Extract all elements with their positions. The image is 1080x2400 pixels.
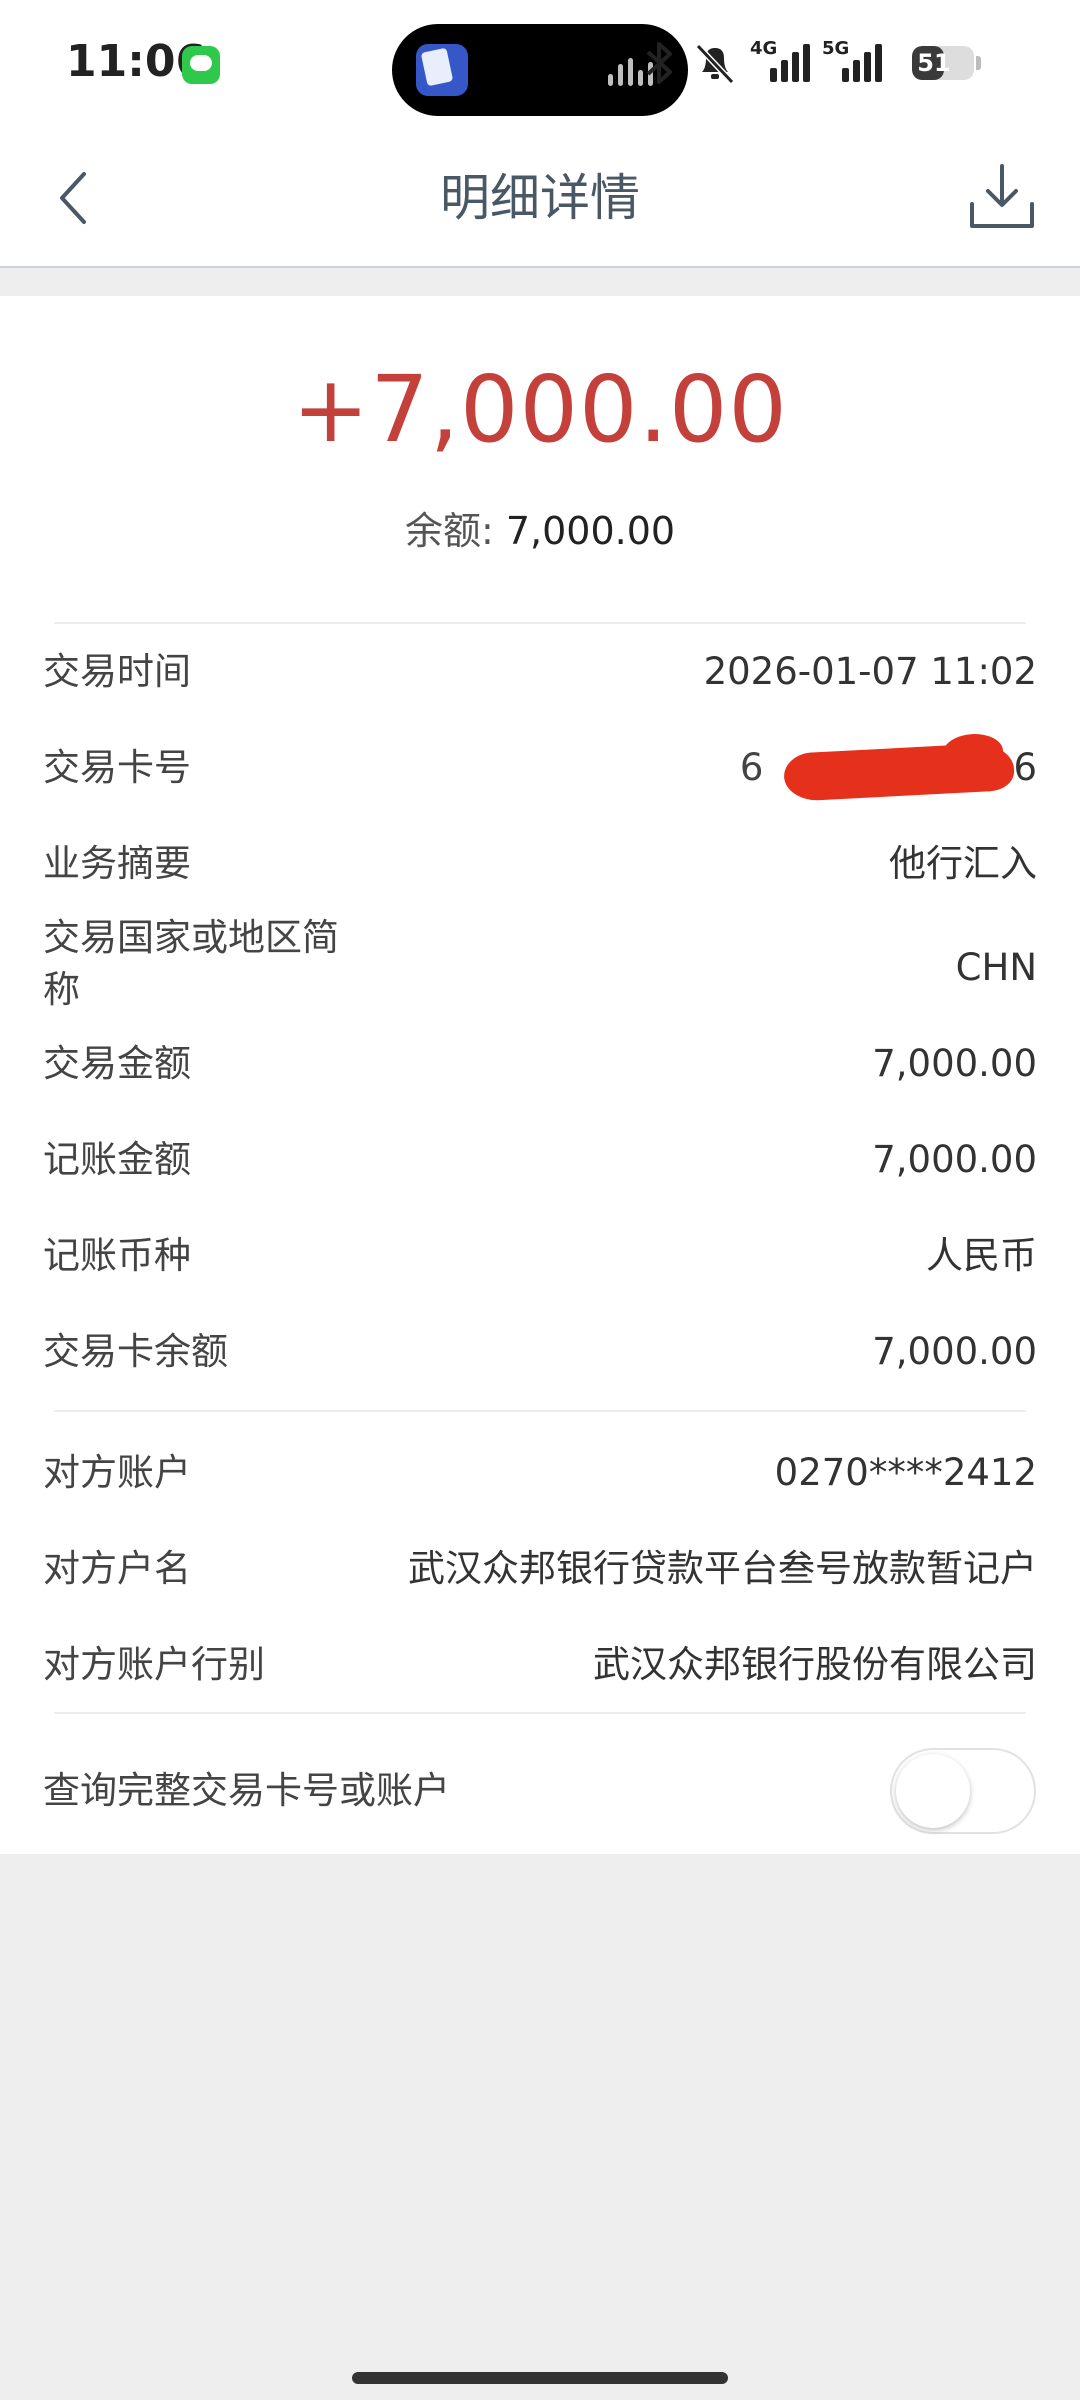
detail-row-posted-amount: 记账金额 7,000.00 bbox=[0, 1112, 1080, 1208]
signal-4g-icon: 4G bbox=[750, 38, 814, 88]
row-value: 2026-01-07 11:02 bbox=[703, 650, 1037, 693]
back-arrow-icon[interactable] bbox=[44, 166, 108, 230]
detail-row-card-balance: 交易卡余额 7,000.00 bbox=[0, 1304, 1080, 1400]
detail-row-country: 交易国家或地区简称 CHN bbox=[0, 916, 1080, 1020]
balance-label: 余额: bbox=[404, 509, 506, 553]
balance-line: 余额: 7,000.00 bbox=[0, 500, 1080, 555]
bluetooth-icon bbox=[646, 42, 672, 84]
screen: 11:06 4G 5G 51 明细详情 +7,000.00 余额: 7,000.… bbox=[0, 0, 1080, 2400]
full-number-toggle-switch[interactable] bbox=[890, 1748, 1036, 1834]
detail-row-card-number: 交易卡号 6 6 bbox=[0, 720, 1080, 816]
row-label: 对方账户行别 bbox=[43, 1643, 265, 1686]
detail-row-posted-currency: 记账币种 人民币 bbox=[0, 1208, 1080, 1304]
row-value: 7,000.00 bbox=[872, 1330, 1037, 1373]
divider bbox=[54, 1410, 1026, 1412]
row-label: 记账币种 bbox=[43, 1234, 191, 1277]
page-title: 明细详情 bbox=[440, 169, 640, 227]
card-number-start: 6 bbox=[739, 746, 764, 789]
transaction-amount: +7,000.00 bbox=[292, 356, 788, 463]
row-value: 他行汇入 bbox=[889, 842, 1037, 885]
detail-row-counterparty-bank: 对方账户行别 武汉众邦银行股份有限公司 bbox=[0, 1617, 1080, 1713]
row-value: 0270****2412 bbox=[774, 1451, 1037, 1494]
battery-level: 51 bbox=[917, 49, 951, 77]
home-indicator[interactable] bbox=[352, 2372, 728, 2384]
detail-row-counterparty-account: 对方账户 0270****2412 bbox=[0, 1425, 1080, 1521]
row-value: 7,000.00 bbox=[872, 1042, 1037, 1085]
message-notification-icon bbox=[182, 46, 220, 84]
top-nav-bar: 明细详情 bbox=[0, 130, 1080, 268]
detail-row-transaction-time: 交易时间 2026-01-07 11:02 bbox=[0, 624, 1080, 720]
row-label: 业务摘要 bbox=[43, 842, 191, 885]
battery-tip bbox=[976, 56, 981, 70]
divider bbox=[54, 1712, 1026, 1714]
row-label: 交易金额 bbox=[43, 1042, 191, 1085]
network-label-4g: 4G bbox=[750, 38, 778, 59]
balance-value: 7,000.00 bbox=[505, 509, 676, 553]
toggle-label: 查询完整交易卡号或账户 bbox=[43, 1769, 450, 1812]
status-bar: 11:06 4G 5G 51 bbox=[0, 0, 1080, 130]
row-label: 记账金额 bbox=[43, 1138, 191, 1181]
detail-row-transaction-amount: 交易金额 7,000.00 bbox=[0, 1016, 1080, 1112]
signal-5g-icon: 5G bbox=[822, 38, 886, 88]
header-separator-band bbox=[0, 268, 1080, 296]
row-label: 交易卡号 bbox=[43, 746, 191, 789]
card-number-end: 6 bbox=[1013, 746, 1037, 789]
detail-row-full-number-toggle: 查询完整交易卡号或账户 bbox=[0, 1736, 1080, 1846]
app-activity-icon bbox=[416, 44, 468, 96]
network-label-5g: 5G bbox=[822, 38, 850, 59]
mute-bell-icon bbox=[695, 43, 735, 85]
status-icons: 4G 5G 51 bbox=[642, 38, 1022, 88]
row-label: 交易卡余额 bbox=[43, 1330, 228, 1373]
row-label: 交易时间 bbox=[43, 650, 191, 693]
row-value: 人民币 bbox=[926, 1234, 1037, 1277]
row-value: 武汉众邦银行贷款平台叁号放款暂记户 bbox=[408, 1547, 1037, 1590]
row-label: 对方账户 bbox=[43, 1451, 191, 1494]
detail-row-counterparty-name: 对方户名 武汉众邦银行贷款平台叁号放款暂记户 bbox=[0, 1521, 1080, 1617]
transaction-detail-card: +7,000.00 余额: 7,000.00 交易时间 2026-01-07 1… bbox=[0, 296, 1080, 1854]
row-value: CHN bbox=[955, 946, 1037, 989]
row-label: 交易国家或地区简称 bbox=[43, 916, 339, 1011]
row-value: 7,000.00 bbox=[872, 1138, 1037, 1181]
battery-icon: 51 bbox=[912, 46, 974, 80]
toggle-knob bbox=[896, 1754, 970, 1828]
download-icon[interactable] bbox=[964, 160, 1040, 236]
row-label: 对方户名 bbox=[43, 1547, 191, 1590]
detail-row-summary: 业务摘要 他行汇入 bbox=[0, 816, 1080, 912]
row-value: 武汉众邦银行股份有限公司 bbox=[593, 1643, 1037, 1686]
